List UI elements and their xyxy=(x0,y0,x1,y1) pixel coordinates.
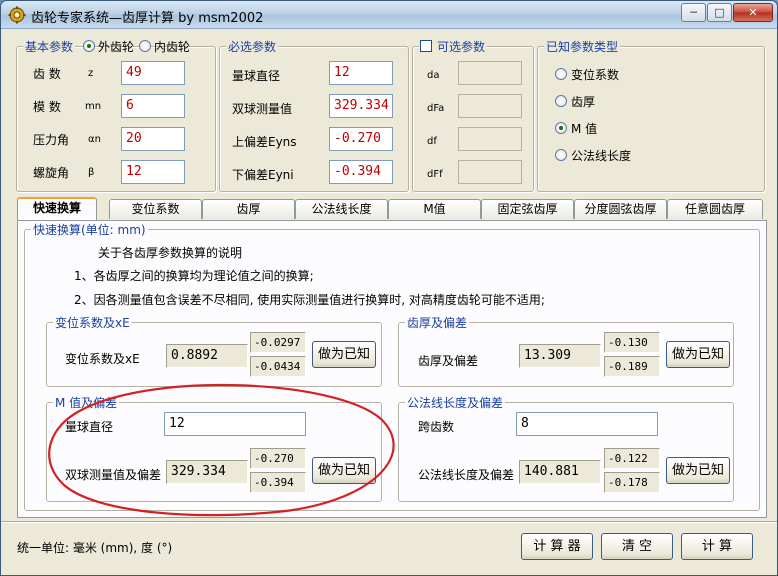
main-window: 齿轮专家系统—齿厚计算 by msm2002 ─ □ ✕ 基本参数 外齿轮 内齿… xyxy=(0,0,778,576)
upper-deviation-input[interactable]: -0.270 xyxy=(329,127,393,151)
span-as-known-button[interactable]: 做为已知 xyxy=(666,457,730,484)
external-gear-radio[interactable] xyxy=(83,40,95,52)
compute-button[interactable]: 计 算 xyxy=(681,533,753,560)
span-length-value: 140.881 xyxy=(519,460,601,484)
known-type-legend: 已知参数类型 xyxy=(546,40,619,54)
known-type-radio-shift[interactable] xyxy=(555,68,567,80)
note-line-2: 2、因各测量值包含误差不尽相同, 使用实际测量值进行换算时, 对高精度齿轮可能不… xyxy=(74,293,545,307)
known-type-span-label[interactable]: 公法线长度 xyxy=(571,147,631,164)
footer-divider xyxy=(1,521,777,523)
known-type-mvalue-label[interactable]: M 值 xyxy=(571,120,597,137)
known-type-group: 已知参数类型 xyxy=(537,38,765,192)
known-type-radio-thickness[interactable] xyxy=(555,95,567,107)
required-params-legend: 必选参数 xyxy=(228,40,277,54)
pressure-angle-symbol: αn xyxy=(88,134,101,145)
ball-diameter-label: 量球直径 xyxy=(232,69,281,83)
module-input[interactable]: 6 xyxy=(121,94,185,118)
external-gear-label[interactable]: 外齿轮 xyxy=(98,38,134,55)
helix-angle-label: 螺旋角 xyxy=(33,166,70,180)
lower-deviation-label: 下偏差Eyni xyxy=(232,168,294,182)
note-title: 关于各齿厚参数换算的说明 xyxy=(98,246,243,260)
minimize-button[interactable]: ─ xyxy=(681,3,706,22)
thickness-as-known-button[interactable]: 做为已知 xyxy=(666,341,730,368)
span-length-group: 公法线长度及偏差 xyxy=(398,394,734,502)
maximize-button[interactable]: □ xyxy=(707,3,732,22)
span-length-legend: 公法线长度及偏差 xyxy=(407,396,504,410)
thickness-label: 齿厚及偏差 xyxy=(418,354,479,368)
known-type-radio-mvalue[interactable] xyxy=(555,122,567,134)
optional-params-checkbox[interactable] xyxy=(420,40,432,52)
client-area: 基本参数 外齿轮 内齿轮 齿 数 z 49 模 数 mn 6 压力角 αn 20… xyxy=(1,30,777,570)
dfa-label: dFa xyxy=(427,103,445,114)
tab-tooth-thickness[interactable]: 齿厚 xyxy=(202,199,295,219)
clear-button[interactable]: 清 空 xyxy=(601,533,673,560)
note-line-1: 1、各齿厚之间的换算均为理论值之间的换算; xyxy=(74,269,314,283)
dfa-input[interactable] xyxy=(458,94,522,118)
internal-gear-radio[interactable] xyxy=(139,40,151,52)
optional-params-legend: 可选参数 xyxy=(437,40,486,54)
window-title: 齿轮专家系统—齿厚计算 by msm2002 xyxy=(31,11,264,26)
shift-as-known-button[interactable]: 做为已知 xyxy=(312,341,376,368)
teeth-count-input[interactable]: 49 xyxy=(121,61,185,85)
tab-chordal-thickness[interactable]: 固定弦齿厚 xyxy=(481,199,574,219)
over-ball-measure-label: 双球测量值 xyxy=(232,102,293,116)
units-note: 统一单位: 毫米 (mm), 度 (°) xyxy=(17,541,173,555)
close-button[interactable]: ✕ xyxy=(733,3,773,22)
tab-arbitrary-circle-thickness[interactable]: 任意圆齿厚 xyxy=(667,199,763,219)
calculator-button[interactable]: 计 算 器 xyxy=(521,533,593,560)
span-teeth-input[interactable]: 8 xyxy=(516,412,658,436)
title-bar: 齿轮专家系统—齿厚计算 by msm2002 ─ □ ✕ xyxy=(1,1,777,29)
da-input[interactable] xyxy=(458,61,522,85)
span-teeth-label: 跨齿数 xyxy=(418,420,455,434)
known-type-shift-label[interactable]: 变位系数 xyxy=(571,66,619,83)
pressure-angle-label: 压力角 xyxy=(33,133,70,147)
dff-label: dFf xyxy=(427,169,443,180)
shift-coefficient-label: 变位系数及xE xyxy=(65,352,140,366)
over-ball-measure-input[interactable]: 329.334 xyxy=(329,94,393,118)
gear-app-icon xyxy=(8,6,26,24)
known-type-thickness-label[interactable]: 齿厚 xyxy=(571,93,595,110)
tab-m-value[interactable]: M值 xyxy=(388,199,481,219)
tab-strip: 快速换算 变位系数 齿厚 公法线长度 M值 固定弦齿厚 分度圆弦齿厚 任意圆齿厚 xyxy=(17,197,767,221)
shift-coefficient-upper: -0.0297 xyxy=(250,332,306,353)
thickness-legend: 齿厚及偏差 xyxy=(407,316,468,330)
span-length-upper: -0.122 xyxy=(604,448,660,469)
thickness-value: 13.309 xyxy=(519,344,601,368)
helix-angle-symbol: β xyxy=(88,167,95,178)
da-label: da xyxy=(427,70,440,81)
known-type-radio-span[interactable] xyxy=(555,149,567,161)
span-length-label: 公法线长度及偏差 xyxy=(418,468,515,482)
df-input[interactable] xyxy=(458,127,522,151)
quick-convert-panel: 快速换算(单位: mm) 关于各齿厚参数换算的说明 1、各齿厚之间的换算均为理论… xyxy=(17,220,767,518)
thickness-lower: -0.189 xyxy=(604,356,660,377)
module-label: 模 数 xyxy=(33,100,61,114)
teeth-count-symbol: z xyxy=(88,68,94,79)
shift-coefficient-legend: 变位系数及xE xyxy=(55,316,130,330)
annotation-ellipse xyxy=(48,383,395,517)
quick-convert-legend: 快速换算(单位: mm) xyxy=(33,223,146,237)
basic-params-legend: 基本参数 xyxy=(25,40,74,54)
shift-coefficient-value: 0.8892 xyxy=(166,344,248,368)
tab-pitch-chordal-thickness[interactable]: 分度圆弦齿厚 xyxy=(574,199,667,219)
thickness-upper: -0.130 xyxy=(604,332,660,353)
df-label: df xyxy=(427,136,437,147)
pressure-angle-input[interactable]: 20 xyxy=(121,127,185,151)
lower-deviation-input[interactable]: -0.394 xyxy=(329,160,393,184)
helix-angle-input[interactable]: 12 xyxy=(121,160,185,184)
span-length-lower: -0.178 xyxy=(604,472,660,493)
tab-quick-convert[interactable]: 快速换算 xyxy=(17,197,97,220)
tab-span-length[interactable]: 公法线长度 xyxy=(295,199,388,219)
shift-coefficient-lower: -0.0434 xyxy=(250,356,306,377)
tab-shift-coefficient[interactable]: 变位系数 xyxy=(109,199,202,219)
module-symbol: mn xyxy=(85,101,102,112)
internal-gear-label[interactable]: 内齿轮 xyxy=(154,38,190,55)
ball-diameter-input[interactable]: 12 xyxy=(329,61,393,85)
upper-deviation-label: 上偏差Eyns xyxy=(232,135,297,149)
dff-input[interactable] xyxy=(458,160,522,184)
teeth-count-label: 齿 数 xyxy=(33,67,61,81)
